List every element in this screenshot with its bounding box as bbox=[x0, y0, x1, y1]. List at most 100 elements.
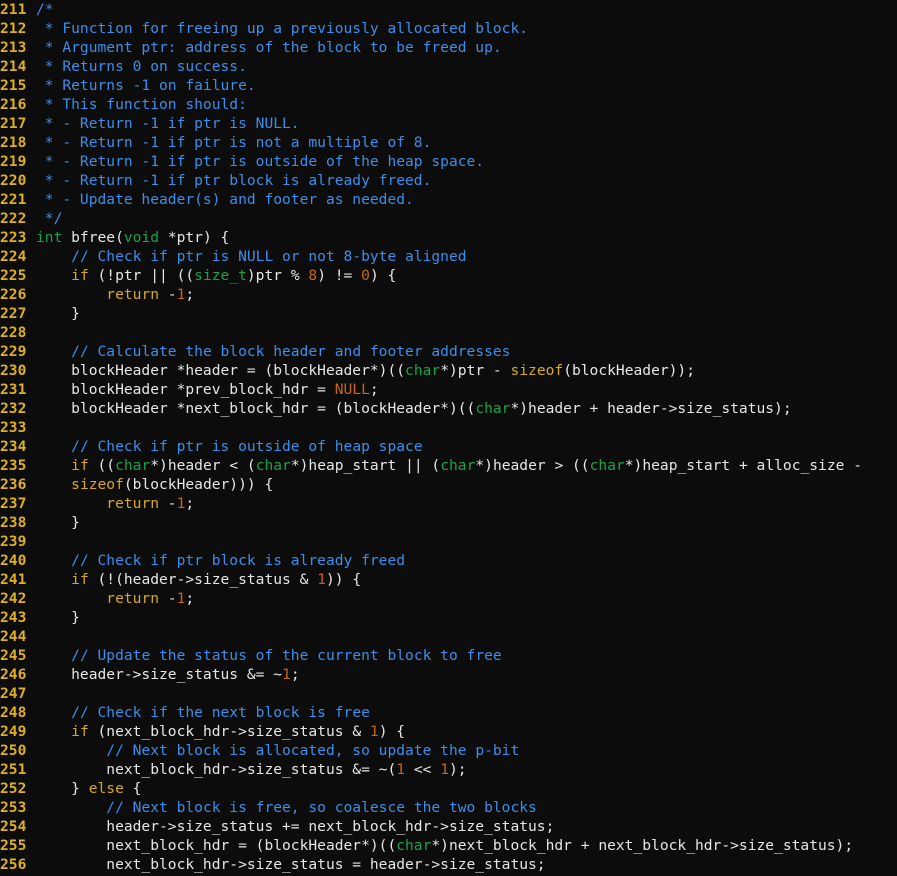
code-line[interactable]: 224 // Check if ptr is NULL or not 8-byt… bbox=[0, 247, 897, 266]
code-line[interactable]: 238 } bbox=[0, 513, 897, 532]
code-line[interactable]: 250 // Next block is allocated, so updat… bbox=[0, 741, 897, 760]
code-text[interactable]: blockHeader *prev_block_hdr = NULL; bbox=[36, 380, 897, 399]
code-line[interactable]: 240 // Check if ptr block is already fre… bbox=[0, 551, 897, 570]
code-text[interactable]: * - Return -1 if ptr is not a multiple o… bbox=[36, 133, 897, 152]
line-number: 235 bbox=[0, 457, 27, 474]
code-text[interactable]: return -1; bbox=[36, 285, 897, 304]
code-text[interactable] bbox=[36, 323, 897, 342]
code-line[interactable]: 237 return -1; bbox=[0, 494, 897, 513]
gutter-gap bbox=[27, 266, 36, 285]
code-line[interactable]: 227 } bbox=[0, 304, 897, 323]
code-line[interactable]: 219 * - Return -1 if ptr is outside of t… bbox=[0, 152, 897, 171]
code-text[interactable]: * - Return -1 if ptr is NULL. bbox=[36, 114, 897, 133]
code-line[interactable]: 211 /* bbox=[0, 0, 897, 19]
code-line[interactable]: 234 // Check if ptr is outside of heap s… bbox=[0, 437, 897, 456]
code-text[interactable]: * Returns 0 on success. bbox=[36, 57, 897, 76]
code-text[interactable]: // Update the status of the current bloc… bbox=[36, 646, 897, 665]
code-text[interactable]: * - Return -1 if ptr block is already fr… bbox=[36, 171, 897, 190]
code-line[interactable]: 248 // Check if the next block is free bbox=[0, 703, 897, 722]
code-line[interactable]: 214 * Returns 0 on success. bbox=[0, 57, 897, 76]
code-line[interactable]: 251 next_block_hdr->size_status &= ~(1 <… bbox=[0, 760, 897, 779]
code-text[interactable] bbox=[36, 532, 897, 551]
code-text[interactable]: } bbox=[36, 304, 897, 323]
code-text[interactable]: if (!ptr || ((size_t)ptr % 8) != 0) { bbox=[36, 266, 897, 285]
code-text[interactable]: // Next block is allocated, so update th… bbox=[36, 741, 897, 760]
code-text[interactable]: if ((char*)header < (char*)heap_start ||… bbox=[36, 456, 897, 475]
code-text[interactable]: blockHeader *next_block_hdr = (blockHead… bbox=[36, 399, 897, 418]
code-line[interactable]: 223 int bfree(void *ptr) { bbox=[0, 228, 897, 247]
code-text[interactable]: return -1; bbox=[36, 494, 897, 513]
code-text[interactable]: // Check if ptr block is already freed bbox=[36, 551, 897, 570]
code-text[interactable] bbox=[36, 418, 897, 437]
code-text[interactable]: * - Update header(s) and footer as neede… bbox=[36, 190, 897, 209]
code-line[interactable]: 242 return -1; bbox=[0, 589, 897, 608]
code-text[interactable]: * Argument ptr: address of the block to … bbox=[36, 38, 897, 57]
code-line[interactable]: 230 blockHeader *header = (blockHeader*)… bbox=[0, 361, 897, 380]
code-line[interactable]: 231 blockHeader *prev_block_hdr = NULL; bbox=[0, 380, 897, 399]
code-line[interactable]: 255 next_block_hdr = (blockHeader*)((cha… bbox=[0, 836, 897, 855]
code-text[interactable]: } bbox=[36, 513, 897, 532]
code-line[interactable]: 245 // Update the status of the current … bbox=[0, 646, 897, 665]
gutter-gap bbox=[27, 114, 36, 133]
code-line[interactable]: 229 // Calculate the block header and fo… bbox=[0, 342, 897, 361]
code-line[interactable]: 252 } else { bbox=[0, 779, 897, 798]
code-line[interactable]: 222 */ bbox=[0, 209, 897, 228]
code-line[interactable]: 244 bbox=[0, 627, 897, 646]
code-text[interactable]: sizeof(blockHeader))) { bbox=[36, 475, 897, 494]
code-text[interactable]: // Check if ptr is NULL or not 8-byte al… bbox=[36, 247, 897, 266]
code-line[interactable]: 243 } bbox=[0, 608, 897, 627]
code-line[interactable]: 246 header->size_status &= ~1; bbox=[0, 665, 897, 684]
code-text[interactable]: // Check if ptr is outside of heap space bbox=[36, 437, 897, 456]
code-text[interactable]: * Function for freeing up a previously a… bbox=[36, 19, 897, 38]
code-line[interactable]: 218 * - Return -1 if ptr is not a multip… bbox=[0, 133, 897, 152]
code-text[interactable]: next_block_hdr->size_status = header->si… bbox=[36, 855, 897, 874]
code-text[interactable]: // Check if the next block is free bbox=[36, 703, 897, 722]
code-text[interactable]: next_block_hdr->size_status &= ~(1 << 1)… bbox=[36, 760, 897, 779]
code-line[interactable]: 256 next_block_hdr->size_status = header… bbox=[0, 855, 897, 874]
code-text[interactable]: } else { bbox=[36, 779, 897, 798]
code-text[interactable]: * This function should: bbox=[36, 95, 897, 114]
code-line[interactable]: 212 * Function for freeing up a previous… bbox=[0, 19, 897, 38]
code-line[interactable]: 239 bbox=[0, 532, 897, 551]
code-text[interactable]: /* bbox=[36, 0, 897, 19]
code-text[interactable]: header->size_status &= ~1; bbox=[36, 665, 897, 684]
code-editor[interactable]: 211/* 212 * Function for freeing up a pre… bbox=[0, 0, 897, 876]
code-line[interactable]: 213 * Argument ptr: address of the block… bbox=[0, 38, 897, 57]
code-text[interactable]: header->size_status += next_block_hdr->s… bbox=[36, 817, 897, 836]
code-text[interactable] bbox=[36, 684, 897, 703]
code-line[interactable]: 225 if (!ptr || ((size_t)ptr % 8) != 0) … bbox=[0, 266, 897, 285]
code-text[interactable]: // Next block is free, so coalesce the t… bbox=[36, 798, 897, 817]
code-text[interactable]: blockHeader *header = (blockHeader*)((ch… bbox=[36, 361, 897, 380]
code-line[interactable]: 247 bbox=[0, 684, 897, 703]
code-line[interactable]: 215 * Returns -1 on failure. bbox=[0, 76, 897, 95]
code-line[interactable]: 254 header->size_status += next_block_hd… bbox=[0, 817, 897, 836]
code-token-comment: // Next block is free, so coalesce the t… bbox=[106, 799, 537, 816]
code-text[interactable]: return -1; bbox=[36, 589, 897, 608]
code-line[interactable]: 241 if (!(header->size_status & 1)) { bbox=[0, 570, 897, 589]
code-line[interactable]: 216 * This function should: bbox=[0, 95, 897, 114]
code-line[interactable]: 221 * - Update header(s) and footer as n… bbox=[0, 190, 897, 209]
code-line[interactable]: 228 bbox=[0, 323, 897, 342]
code-line[interactable]: 236 sizeof(blockHeader))) { bbox=[0, 475, 897, 494]
code-token-plain: } bbox=[36, 780, 89, 797]
code-text[interactable]: if (!(header->size_status & 1)) { bbox=[36, 570, 897, 589]
code-line[interactable]: 249 if (next_block_hdr->size_status & 1)… bbox=[0, 722, 897, 741]
code-line[interactable]: 253 // Next block is free, so coalesce t… bbox=[0, 798, 897, 817]
code-text[interactable]: int bfree(void *ptr) { bbox=[36, 228, 897, 247]
code-line[interactable]: 232 blockHeader *next_block_hdr = (block… bbox=[0, 399, 897, 418]
code-token-plain: ) { bbox=[378, 723, 406, 740]
code-text[interactable]: } bbox=[36, 608, 897, 627]
code-text[interactable] bbox=[36, 627, 897, 646]
code-text[interactable]: * Returns -1 on failure. bbox=[36, 76, 897, 95]
code-text[interactable]: if (next_block_hdr->size_status & 1) { bbox=[36, 722, 897, 741]
code-line[interactable]: 235 if ((char*)header < (char*)heap_star… bbox=[0, 456, 897, 475]
code-text[interactable]: next_block_hdr = (blockHeader*)((char*)n… bbox=[36, 836, 897, 855]
code-line[interactable]: 226 return -1; bbox=[0, 285, 897, 304]
code-line[interactable]: 220 * - Return -1 if ptr block is alread… bbox=[0, 171, 897, 190]
code-line[interactable]: 233 bbox=[0, 418, 897, 437]
code-text[interactable]: */ bbox=[36, 209, 897, 228]
code-text[interactable]: * - Return -1 if ptr is outside of the h… bbox=[36, 152, 897, 171]
code-text[interactable]: // Calculate the block header and footer… bbox=[36, 342, 897, 361]
code-line[interactable]: 217 * - Return -1 if ptr is NULL. bbox=[0, 114, 897, 133]
